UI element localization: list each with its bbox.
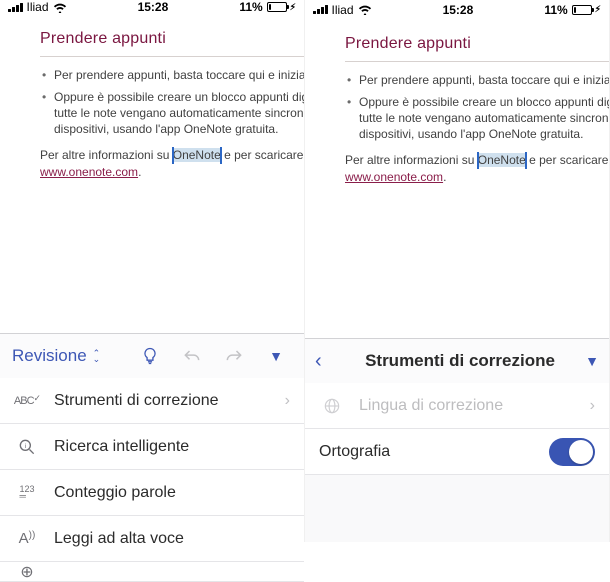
redo-button[interactable] — [216, 338, 252, 374]
menu-item-proofing[interactable]: ABC✓ Strumenti di correzione › — [0, 378, 304, 424]
onenote-link[interactable]: www.onenote.com — [40, 165, 138, 179]
heading-rule — [40, 56, 304, 57]
carrier-label: Iliad — [332, 3, 354, 17]
signal-icon — [8, 3, 23, 12]
language-icon — [319, 396, 345, 416]
collapse-ribbon-button[interactable]: ▼ — [258, 338, 294, 374]
wifi-icon — [53, 2, 67, 13]
menu-item-smart-lookup[interactable]: i Ricerca intelligente — [0, 424, 304, 470]
menu-item-extra[interactable]: ⊕ — [0, 562, 304, 582]
ribbon-tab-switcher[interactable]: Revisione ⌃⌄ — [12, 346, 100, 366]
paragraph: Per altre informazioni su OneNote e per … — [345, 152, 609, 168]
heading-rule — [345, 61, 609, 62]
chevron-right-icon: › — [590, 397, 595, 415]
menu-item-spelling[interactable]: Ortografia — [305, 429, 609, 475]
updown-icon: ⌃⌄ — [93, 350, 101, 362]
menu-item-read-aloud[interactable]: A)) Leggi ad alta voce — [0, 516, 304, 562]
carrier-label: Iliad — [27, 0, 49, 14]
wifi-icon — [358, 4, 372, 15]
bullet-item: Oppure è possibile creare un blocco appu… — [345, 94, 609, 143]
clock: 15:28 — [443, 3, 474, 17]
spellcheck-icon: ABC✓ — [14, 395, 40, 407]
bullet-item: Per prendere appunti, basta toccare qui … — [345, 72, 609, 88]
onenote-link[interactable]: www.onenote.com — [345, 170, 443, 184]
text-selection[interactable]: OneNote — [173, 147, 221, 163]
ribbon-panel: Revisione ⌃⌄ ▼ ABC✓ Strumenti di correzi… — [0, 333, 304, 582]
battery-percent: 11% — [239, 0, 262, 14]
battery-icon — [572, 5, 592, 15]
smart-lookup-icon: i — [14, 437, 40, 457]
battery-percent: 11% — [544, 3, 567, 17]
clock: 15:28 — [138, 0, 169, 14]
chevron-right-icon: › — [285, 392, 290, 410]
battery-icon — [267, 2, 287, 12]
word-count-icon: 123═ — [14, 486, 40, 500]
panel-header: ‹ Strumenti di correzione ▼ — [305, 339, 609, 383]
charging-icon: ⚡︎ — [595, 4, 601, 15]
document-area[interactable]: Prendere appunti Per prendere appunti, b… — [305, 19, 609, 338]
ribbon-header: Revisione ⌃⌄ ▼ — [0, 334, 304, 378]
tell-me-button[interactable] — [132, 338, 168, 374]
signal-icon — [313, 5, 328, 14]
text-selection[interactable]: OneNote — [478, 152, 526, 168]
bullet-item: Oppure è possibile creare un blocco appu… — [40, 89, 304, 138]
doc-heading: Prendere appunti — [345, 33, 609, 55]
proofing-panel: ‹ Strumenti di correzione ▼ Lingua di co… — [305, 338, 609, 542]
charging-icon: ⚡︎ — [290, 2, 296, 13]
bullet-item: Per prendere appunti, basta toccare qui … — [40, 67, 304, 83]
status-bar: Iliad 15:28 11% ⚡︎ — [0, 0, 304, 14]
menu-item-proofing-language[interactable]: Lingua di correzione › — [305, 383, 609, 429]
read-aloud-icon: A)) — [14, 530, 40, 547]
menu-item-word-count[interactable]: 123═ Conteggio parole — [0, 470, 304, 516]
paragraph: Per altre informazioni su OneNote e per … — [40, 147, 304, 163]
collapse-ribbon-button[interactable]: ▼ — [575, 353, 599, 369]
spelling-toggle[interactable] — [549, 438, 595, 466]
undo-icon — [182, 346, 202, 366]
document-area[interactable]: Prendere appunti Per prendere appunti, b… — [0, 14, 304, 333]
plus-icon: ⊕ — [14, 562, 40, 582]
back-button[interactable]: ‹ — [315, 350, 345, 373]
ribbon-tab-label: Revisione — [12, 346, 87, 366]
redo-icon — [224, 346, 244, 366]
lightbulb-icon — [140, 346, 160, 366]
panel-title: Strumenti di correzione — [345, 351, 575, 371]
status-bar: Iliad 15:28 11% ⚡︎ — [305, 0, 609, 19]
doc-heading: Prendere appunti — [40, 28, 304, 50]
caret-down-icon: ▼ — [269, 348, 283, 364]
svg-text:i: i — [25, 442, 27, 449]
undo-button[interactable] — [174, 338, 210, 374]
